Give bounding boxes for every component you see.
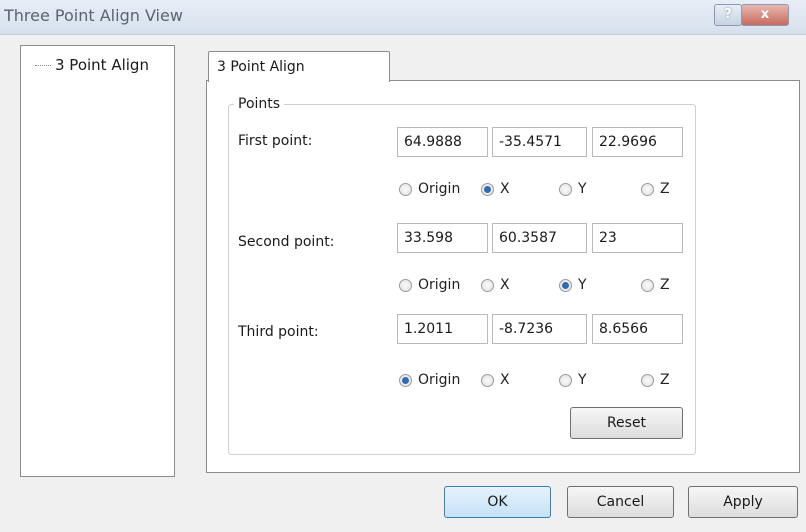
radio-selected-icon xyxy=(559,278,572,292)
title-bar: Three Point Align View ? x xyxy=(0,0,806,35)
radio-label: Z xyxy=(660,372,670,388)
radio-label: X xyxy=(500,181,510,197)
window-title: Three Point Align View xyxy=(4,6,183,25)
radio-label: X xyxy=(500,372,510,388)
third-point-y-radio[interactable]: Y xyxy=(559,372,587,388)
radio-label: Z xyxy=(660,181,670,197)
second-point-z-field[interactable] xyxy=(592,223,683,253)
dialog-window: Three Point Align View ? x 3 Point Align… xyxy=(0,0,806,532)
third-point-x-field[interactable] xyxy=(397,314,488,344)
second-point-origin-radio[interactable]: Origin xyxy=(399,277,460,293)
second-point-x-field[interactable] xyxy=(397,223,488,253)
third-point-y-field[interactable] xyxy=(492,314,587,344)
radio-circle-icon xyxy=(481,373,494,387)
radio-label: Origin xyxy=(418,181,461,197)
radio-label: Y xyxy=(578,181,587,197)
first-point-origin-radio[interactable]: Origin xyxy=(399,181,460,197)
third-point-origin-radio[interactable]: Origin xyxy=(399,372,460,388)
radio-circle-icon xyxy=(641,278,654,292)
radio-label: X xyxy=(500,277,510,293)
second-point-y-field[interactable] xyxy=(492,223,587,253)
ok-button[interactable]: OK xyxy=(444,486,551,518)
tree-item-3-point-align[interactable]: 3 Point Align xyxy=(35,56,149,74)
cancel-button[interactable]: Cancel xyxy=(567,486,674,518)
help-button[interactable]: ? xyxy=(714,4,742,26)
tab-3-point-align[interactable]: 3 Point Align xyxy=(208,51,390,82)
radio-circle-icon xyxy=(559,373,572,387)
first-point-x-field[interactable] xyxy=(397,127,488,157)
radio-circle-icon xyxy=(399,278,412,292)
radio-label: Origin xyxy=(418,277,461,293)
first-point-x-radio[interactable]: X xyxy=(481,181,510,197)
radio-circle-icon xyxy=(399,182,412,196)
tree-item-label: 3 Point Align xyxy=(55,56,149,74)
third-point-x-radio[interactable]: X xyxy=(481,372,510,388)
second-point-y-radio[interactable]: Y xyxy=(559,277,587,293)
radio-circle-icon xyxy=(641,182,654,196)
first-point-y-radio[interactable]: Y xyxy=(559,181,587,197)
tree-view: 3 Point Align xyxy=(20,45,175,477)
radio-circle-icon xyxy=(559,182,572,196)
second-point-label: Second point: xyxy=(238,234,335,250)
first-point-z-radio[interactable]: Z xyxy=(641,181,670,197)
first-point-y-field[interactable] xyxy=(492,127,587,157)
radio-label: Y xyxy=(578,372,587,388)
close-button[interactable]: x xyxy=(741,4,789,26)
reset-button[interactable]: Reset xyxy=(570,407,683,439)
third-point-z-radio[interactable]: Z xyxy=(641,372,670,388)
apply-button[interactable]: Apply xyxy=(688,486,798,518)
third-point-z-field[interactable] xyxy=(592,314,683,344)
tab-label: 3 Point Align xyxy=(217,59,305,75)
third-point-label: Third point: xyxy=(238,324,319,340)
radio-circle-icon xyxy=(481,278,494,292)
radio-selected-icon xyxy=(481,182,494,196)
second-point-z-radio[interactable]: Z xyxy=(641,277,670,293)
radio-label: Y xyxy=(578,277,587,293)
tree-connector-line xyxy=(35,64,51,66)
points-group-label: Points xyxy=(234,96,285,112)
radio-label: Origin xyxy=(418,372,461,388)
radio-label: Z xyxy=(660,277,670,293)
first-point-z-field[interactable] xyxy=(592,127,683,157)
radio-circle-icon xyxy=(641,373,654,387)
first-point-label: First point: xyxy=(238,133,313,149)
second-point-x-radio[interactable]: X xyxy=(481,277,510,293)
radio-selected-icon xyxy=(399,373,412,387)
